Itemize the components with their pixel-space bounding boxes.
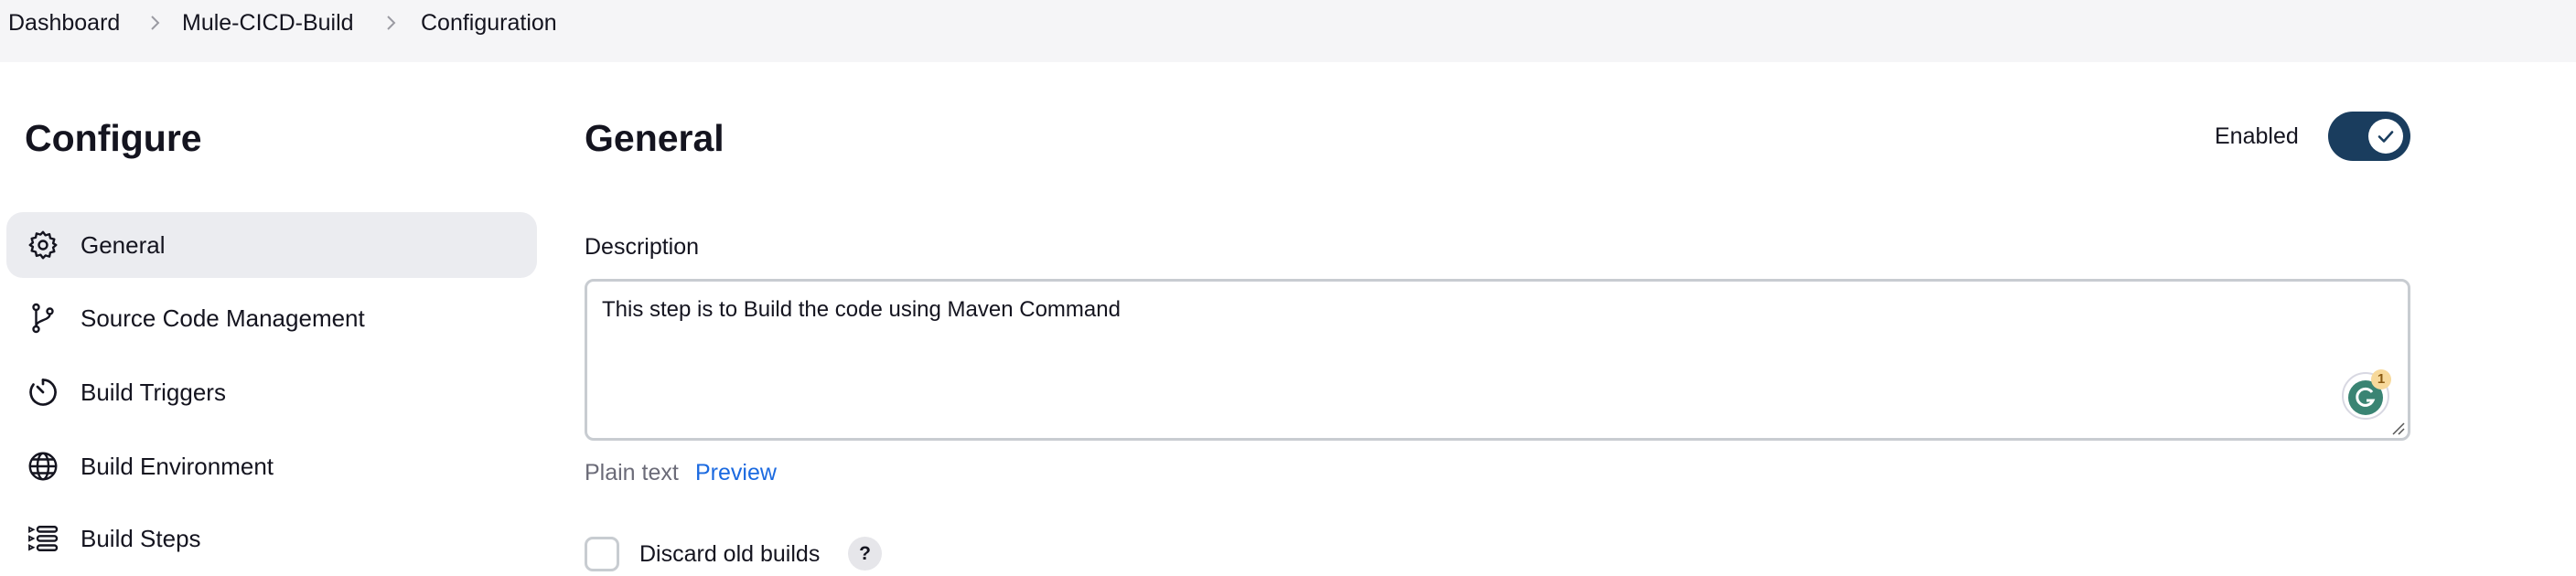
list-steps-icon <box>28 526 59 551</box>
discard-old-builds-label[interactable]: Discard old builds <box>639 540 820 568</box>
plain-text-label: Plain text <box>585 460 679 485</box>
chevron-right-icon <box>151 16 160 30</box>
breadcrumb-bar: Dashboard Mule-CICD-Build Configuration <box>0 0 2576 62</box>
globe-icon <box>28 452 58 481</box>
grammarly-badge: 1 <box>2371 369 2391 389</box>
sidebar-item-label: General <box>80 231 166 259</box>
enabled-toggle[interactable] <box>2328 112 2410 161</box>
sidebar-item-build-triggers[interactable]: Build Triggers <box>6 359 537 425</box>
description-textarea[interactable]: This step is to Build the code using Mav… <box>585 279 2410 441</box>
sidebar-item-label: Source Code Management <box>80 304 365 332</box>
breadcrumb-configuration[interactable]: Configuration <box>421 9 557 37</box>
sidebar-item-label: Build Triggers <box>80 379 226 406</box>
chevron-right-icon <box>387 16 396 30</box>
sidebar-title: Configure <box>25 117 202 159</box>
sidebar-item-build-steps[interactable]: Build Steps <box>6 506 537 571</box>
discard-old-builds-checkbox[interactable] <box>585 537 619 571</box>
enabled-label: Enabled <box>2215 123 2299 149</box>
sidebar-item-label: Build Environment <box>80 453 274 480</box>
gear-icon <box>28 230 58 260</box>
sidebar-item-build-environment[interactable]: Build Environment <box>6 433 537 499</box>
timer-icon <box>29 379 57 406</box>
sidebar-item-general[interactable]: General <box>6 212 537 278</box>
help-button[interactable]: ? <box>848 537 882 571</box>
git-branch-icon <box>32 303 54 334</box>
breadcrumb-job[interactable]: Mule-CICD-Build <box>182 9 354 37</box>
toggle-knob <box>2368 119 2403 154</box>
sidebar-item-source-code-management[interactable]: Source Code Management <box>6 285 537 351</box>
breadcrumb-dashboard[interactable]: Dashboard <box>8 9 120 37</box>
description-label: Description <box>585 234 700 260</box>
check-icon <box>2377 131 2394 143</box>
preview-link[interactable]: Preview <box>695 459 777 486</box>
section-title: General <box>585 117 724 159</box>
resize-handle-icon[interactable] <box>2391 421 2406 436</box>
sidebar-item-label: Build Steps <box>80 525 201 552</box>
